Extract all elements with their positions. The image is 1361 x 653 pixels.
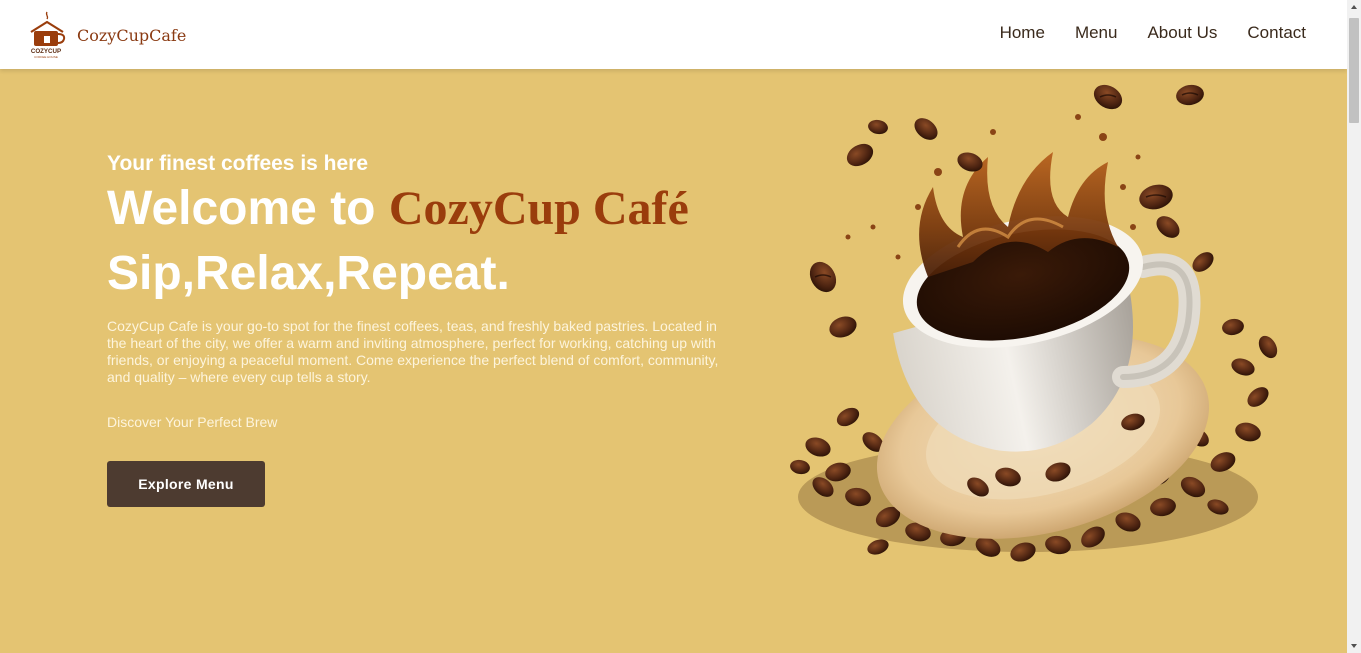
brand-name[interactable]: CozyCupCafe [77,26,186,45]
vertical-scrollbar[interactable] [1347,0,1361,653]
hero-headline: Welcome to CozyCup Café [107,181,689,236]
scroll-thumb[interactable] [1349,18,1359,123]
hero-description: CozyCup Cafe is your go-to spot for the … [107,318,719,385]
page: COZYCUP COFFEE HOUSE CozyCupCafe Home Me… [0,0,1347,653]
main-nav: Home Menu About Us Contact [1000,23,1306,43]
logo-subtext: COFFEE HOUSE [34,55,58,59]
scroll-up-arrow-icon[interactable] [1347,0,1361,14]
hero-section: Your finest coffees is here Welcome to C… [0,69,1347,653]
logo-text: COZYCUP [31,48,61,55]
explore-menu-button[interactable]: Explore Menu [107,461,265,507]
nav-home[interactable]: Home [1000,23,1045,43]
site-header: COZYCUP COFFEE HOUSE CozyCupCafe Home Me… [0,0,1347,69]
hero-tagline: Your finest coffees is here [107,152,369,175]
coffee-cup-splash-image [790,84,1278,562]
scroll-down-arrow-icon[interactable] [1347,639,1361,653]
nav-about-us[interactable]: About Us [1147,23,1217,43]
coffee-house-logo-icon[interactable]: COZYCUP COFFEE HOUSE [27,10,67,60]
headline-brand: CozyCup Café [388,182,689,235]
hero-subhead: Sip,Relax,Repeat. [107,247,510,300]
nav-contact[interactable]: Contact [1247,23,1306,43]
headline-prefix: Welcome to [107,182,389,235]
nav-menu[interactable]: Menu [1075,23,1118,43]
hero-discover-text: Discover Your Perfect Brew [107,414,278,430]
